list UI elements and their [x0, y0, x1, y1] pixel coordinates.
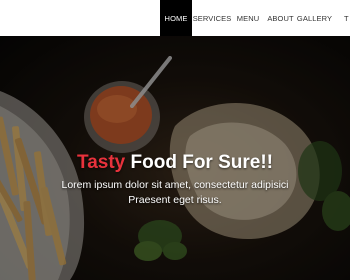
- nav-menu[interactable]: MENU: [232, 0, 264, 36]
- hero-subline: Lorem ipsum dolor sit amet, consectetur …: [0, 178, 350, 208]
- hero-banner: Tasty Food For Sure!! Lorem ipsum dolor …: [0, 36, 350, 280]
- hero-headline: Tasty Food For Sure!!: [0, 152, 350, 174]
- top-navbar: HOME SERVICES MENU ABOUT GALLERY T: [0, 0, 350, 36]
- hero-text-block: Tasty Food For Sure!! Lorem ipsum dolor …: [0, 152, 350, 208]
- hero-subline-1: Lorem ipsum dolor sit amet, consectetur …: [61, 179, 289, 191]
- nav-home[interactable]: HOME: [160, 0, 192, 36]
- nav-about[interactable]: ABOUT: [264, 0, 297, 36]
- nav-gallery[interactable]: GALLERY: [297, 0, 332, 36]
- nav-item-partial[interactable]: T: [332, 0, 350, 36]
- hero-subline-2: Praesent eget risus.: [128, 194, 222, 206]
- nav-services[interactable]: SERVICES: [192, 0, 232, 36]
- main-nav: HOME SERVICES MENU ABOUT GALLERY T: [160, 0, 350, 36]
- headline-accent: Tasty: [77, 152, 126, 173]
- headline-rest: Food For Sure!!: [125, 152, 274, 173]
